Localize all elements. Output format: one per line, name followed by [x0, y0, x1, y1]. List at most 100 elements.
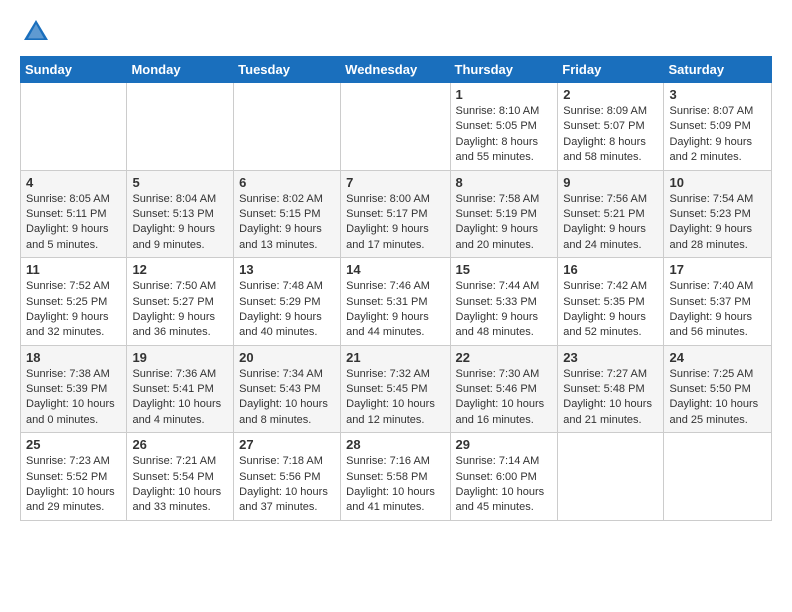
day-number: 4: [26, 175, 121, 190]
calendar-cell: 27 Sunrise: 7:18 AM Sunset: 5:56 PM Dayli…: [234, 433, 341, 521]
day-info: Sunrise: 8:07 AM Sunset: 5:09 PM Dayligh…: [669, 104, 766, 166]
day-number: 25: [26, 437, 121, 452]
calendar-cell: [558, 433, 664, 521]
day-info: Sunrise: 7:42 AM Sunset: 5:35 PM Dayligh…: [563, 279, 658, 341]
day-info: Sunrise: 7:27 AM Sunset: 5:48 PM Dayligh…: [563, 367, 658, 429]
calendar-cell: [234, 83, 341, 171]
day-number: 29: [456, 437, 553, 452]
day-info: Sunrise: 7:46 AM Sunset: 5:31 PM Dayligh…: [346, 279, 444, 341]
column-header-monday: Monday: [127, 57, 234, 83]
calendar-cell: [664, 433, 772, 521]
logo-icon: [20, 16, 52, 48]
calendar-cell: 2 Sunrise: 8:09 AM Sunset: 5:07 PM Daylig…: [558, 83, 664, 171]
day-info: Sunrise: 8:00 AM Sunset: 5:17 PM Dayligh…: [346, 192, 444, 254]
calendar-cell: 19 Sunrise: 7:36 AM Sunset: 5:41 PM Dayli…: [127, 345, 234, 433]
day-number: 5: [132, 175, 228, 190]
day-number: 8: [456, 175, 553, 190]
calendar-cell: 21Sunrise: 7:32 AM Sunset: 5:45 PM Dayli…: [341, 345, 450, 433]
day-number: 7: [346, 175, 444, 190]
day-info: Sunrise: 8:05 AM Sunset: 5:11 PM Dayligh…: [26, 192, 121, 254]
column-header-wednesday: Wednesday: [341, 57, 450, 83]
calendar-cell: 14 Sunrise: 7:46 AM Sunset: 5:31 PM Dayli…: [341, 258, 450, 346]
day-info: Sunrise: 8:04 AM Sunset: 5:13 PM Dayligh…: [132, 192, 228, 254]
day-info: Sunrise: 7:52 AM Sunset: 5:25 PM Dayligh…: [26, 279, 121, 341]
page-header: [20, 16, 772, 48]
day-info: Sunrise: 7:58 AM Sunset: 5:19 PM Dayligh…: [456, 192, 553, 254]
day-number: 16: [563, 262, 658, 277]
day-number: 9: [563, 175, 658, 190]
week-row-1: 1 Sunrise: 8:10 AM Sunset: 5:05 PM Daylig…: [21, 83, 772, 171]
calendar-body: 1 Sunrise: 8:10 AM Sunset: 5:05 PM Daylig…: [21, 83, 772, 521]
calendar-cell: 28 Sunrise: 7:16 AM Sunset: 5:58 PM Dayli…: [341, 433, 450, 521]
day-number: 23: [563, 350, 658, 365]
day-info: Sunrise: 7:14 AM Sunset: 6:00 PM Dayligh…: [456, 454, 553, 516]
day-info: Sunrise: 7:38 AM Sunset: 5:39 PM Dayligh…: [26, 367, 121, 429]
day-info: Sunrise: 7:23 AM Sunset: 5:52 PM Dayligh…: [26, 454, 121, 516]
day-info: Sunrise: 7:25 AM Sunset: 5:50 PM Dayligh…: [669, 367, 766, 429]
day-number: 13: [239, 262, 335, 277]
day-info: Sunrise: 7:48 AM Sunset: 5:29 PM Dayligh…: [239, 279, 335, 341]
day-number: 12: [132, 262, 228, 277]
day-info: Sunrise: 7:44 AM Sunset: 5:33 PM Dayligh…: [456, 279, 553, 341]
calendar-cell: [21, 83, 127, 171]
day-number: 18: [26, 350, 121, 365]
week-row-3: 11 Sunrise: 7:52 AM Sunset: 5:25 PM Dayli…: [21, 258, 772, 346]
calendar-cell: 29 Sunrise: 7:14 AM Sunset: 6:00 PM Dayli…: [450, 433, 558, 521]
calendar-cell: 13 Sunrise: 7:48 AM Sunset: 5:29 PM Dayli…: [234, 258, 341, 346]
calendar-cell: 1 Sunrise: 8:10 AM Sunset: 5:05 PM Daylig…: [450, 83, 558, 171]
calendar-table: SundayMondayTuesdayWednesdayThursdayFrid…: [20, 56, 772, 521]
day-number: 27: [239, 437, 335, 452]
day-info: Sunrise: 8:02 AM Sunset: 5:15 PM Dayligh…: [239, 192, 335, 254]
day-number: 22: [456, 350, 553, 365]
column-header-thursday: Thursday: [450, 57, 558, 83]
day-number: 21: [346, 350, 444, 365]
logo: [20, 16, 56, 48]
day-info: Sunrise: 7:36 AM Sunset: 5:41 PM Dayligh…: [132, 367, 228, 429]
day-number: 28: [346, 437, 444, 452]
calendar-cell: 24Sunrise: 7:25 AM Sunset: 5:50 PM Dayli…: [664, 345, 772, 433]
calendar-cell: 20 Sunrise: 7:34 AM Sunset: 5:43 PM Dayli…: [234, 345, 341, 433]
column-header-sunday: Sunday: [21, 57, 127, 83]
calendar-cell: 10 Sunrise: 7:54 AM Sunset: 5:23 PM Dayli…: [664, 170, 772, 258]
calendar-cell: 8 Sunrise: 7:58 AM Sunset: 5:19 PM Daylig…: [450, 170, 558, 258]
day-number: 3: [669, 87, 766, 102]
calendar-cell: 12 Sunrise: 7:50 AM Sunset: 5:27 PM Dayli…: [127, 258, 234, 346]
day-info: Sunrise: 7:34 AM Sunset: 5:43 PM Dayligh…: [239, 367, 335, 429]
calendar-cell: 9 Sunrise: 7:56 AM Sunset: 5:21 PM Daylig…: [558, 170, 664, 258]
calendar-cell: [127, 83, 234, 171]
day-info: Sunrise: 8:10 AM Sunset: 5:05 PM Dayligh…: [456, 104, 553, 166]
day-number: 19: [132, 350, 228, 365]
calendar-cell: 6Sunrise: 8:02 AM Sunset: 5:15 PM Daylig…: [234, 170, 341, 258]
calendar-cell: 16 Sunrise: 7:42 AM Sunset: 5:35 PM Dayli…: [558, 258, 664, 346]
calendar-cell: 7 Sunrise: 8:00 AM Sunset: 5:17 PM Daylig…: [341, 170, 450, 258]
calendar-header-row: SundayMondayTuesdayWednesdayThursdayFrid…: [21, 57, 772, 83]
column-header-tuesday: Tuesday: [234, 57, 341, 83]
day-number: 11: [26, 262, 121, 277]
calendar-cell: 4 Sunrise: 8:05 AM Sunset: 5:11 PM Daylig…: [21, 170, 127, 258]
day-info: Sunrise: 7:16 AM Sunset: 5:58 PM Dayligh…: [346, 454, 444, 516]
calendar-cell: 3 Sunrise: 8:07 AM Sunset: 5:09 PM Daylig…: [664, 83, 772, 171]
day-info: Sunrise: 7:54 AM Sunset: 5:23 PM Dayligh…: [669, 192, 766, 254]
calendar-cell: 15 Sunrise: 7:44 AM Sunset: 5:33 PM Dayli…: [450, 258, 558, 346]
day-info: Sunrise: 7:18 AM Sunset: 5:56 PM Dayligh…: [239, 454, 335, 516]
calendar-cell: 5 Sunrise: 8:04 AM Sunset: 5:13 PM Daylig…: [127, 170, 234, 258]
day-info: Sunrise: 7:56 AM Sunset: 5:21 PM Dayligh…: [563, 192, 658, 254]
day-number: 20: [239, 350, 335, 365]
day-number: 15: [456, 262, 553, 277]
calendar-cell: 17Sunrise: 7:40 AM Sunset: 5:37 PM Dayli…: [664, 258, 772, 346]
day-number: 14: [346, 262, 444, 277]
day-info: Sunrise: 7:30 AM Sunset: 5:46 PM Dayligh…: [456, 367, 553, 429]
calendar-cell: [341, 83, 450, 171]
calendar-cell: 23 Sunrise: 7:27 AM Sunset: 5:48 PM Dayli…: [558, 345, 664, 433]
day-number: 10: [669, 175, 766, 190]
day-info: Sunrise: 8:09 AM Sunset: 5:07 PM Dayligh…: [563, 104, 658, 166]
day-info: Sunrise: 7:40 AM Sunset: 5:37 PM Dayligh…: [669, 279, 766, 341]
day-info: Sunrise: 7:50 AM Sunset: 5:27 PM Dayligh…: [132, 279, 228, 341]
calendar-cell: 18 Sunrise: 7:38 AM Sunset: 5:39 PM Dayli…: [21, 345, 127, 433]
week-row-4: 18 Sunrise: 7:38 AM Sunset: 5:39 PM Dayli…: [21, 345, 772, 433]
calendar-cell: 25 Sunrise: 7:23 AM Sunset: 5:52 PM Dayli…: [21, 433, 127, 521]
calendar-cell: 26Sunrise: 7:21 AM Sunset: 5:54 PM Dayli…: [127, 433, 234, 521]
day-number: 2: [563, 87, 658, 102]
day-number: 1: [456, 87, 553, 102]
day-number: 26: [132, 437, 228, 452]
